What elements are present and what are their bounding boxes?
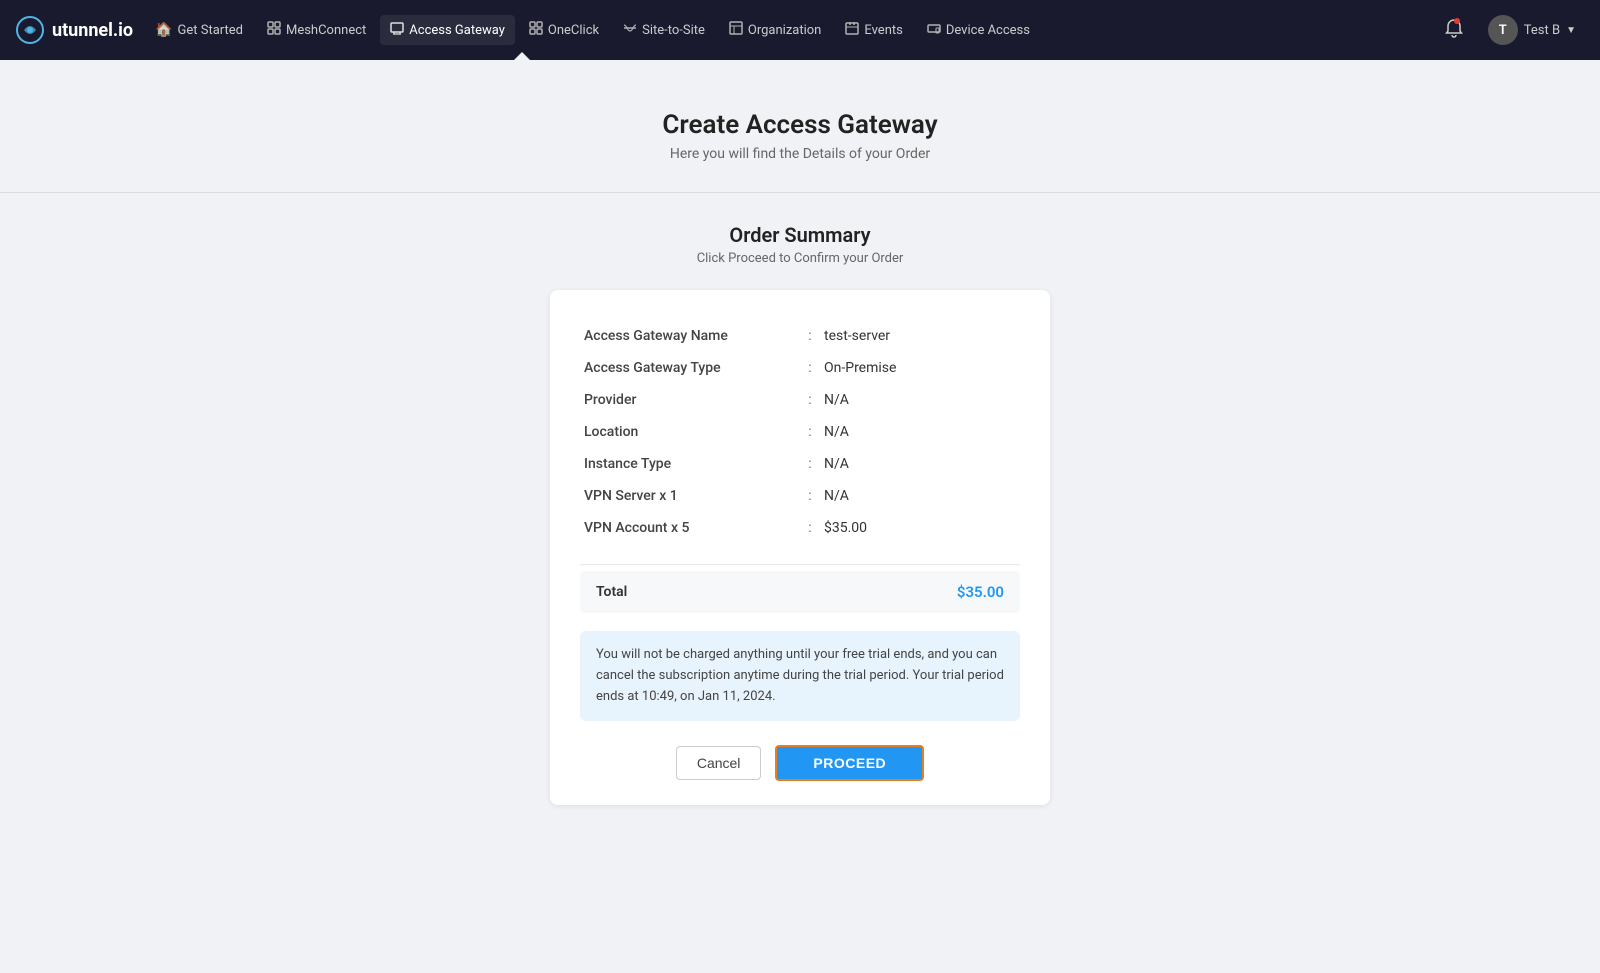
nav-item-site-to-site[interactable]: Site-to-Site: [613, 15, 715, 45]
nav-item-one-click[interactable]: OneClick: [519, 15, 609, 45]
brand-name: utunnel.io: [52, 20, 133, 41]
field-label-gateway-type: Access Gateway Type: [580, 352, 800, 384]
nav-label-events: Events: [864, 23, 902, 38]
brand-logo[interactable]: utunnel.io: [16, 16, 133, 44]
order-divider: [580, 564, 1020, 565]
page-title: Create Access Gateway: [20, 110, 1580, 140]
active-nav-arrow: [514, 52, 530, 60]
proceed-button[interactable]: PROCEED: [775, 745, 924, 781]
access-gateway-icon: [390, 21, 404, 39]
table-row: Access Gateway Type : On-Premise: [580, 352, 1020, 384]
nav-item-access-gateway[interactable]: Access Gateway: [380, 15, 515, 45]
user-name: Test B: [1524, 23, 1560, 38]
table-row: Provider : N/A: [580, 384, 1020, 416]
field-value-location: N/A: [820, 416, 1020, 448]
field-label-instance-type: Instance Type: [580, 448, 800, 480]
section-subtitle: Click Proceed to Confirm your Order: [470, 251, 1130, 266]
field-value-instance-type: N/A: [820, 448, 1020, 480]
table-row: Access Gateway Name : test-server: [580, 320, 1020, 352]
total-amount: $35.00: [957, 583, 1004, 601]
page-header: Create Access Gateway Here you will find…: [0, 60, 1600, 192]
nav-item-mesh-connect[interactable]: MeshConnect: [257, 15, 376, 45]
field-label-vpn-account: VPN Account x 5: [580, 512, 800, 544]
nav-label-organization: Organization: [748, 23, 821, 38]
nav-label-mesh-connect: MeshConnect: [286, 23, 366, 38]
page-subtitle: Here you will find the Details of your O…: [20, 146, 1580, 162]
trial-notice: You will not be charged anything until y…: [580, 631, 1020, 721]
nav-item-events[interactable]: Events: [835, 15, 912, 45]
table-row: VPN Server x 1 : N/A: [580, 480, 1020, 512]
events-icon: [845, 21, 859, 39]
navbar: utunnel.io 🏠 Get Started MeshConnect Acc…: [0, 0, 1600, 60]
home-icon: 🏠: [155, 22, 172, 38]
nav-label-device-access: Device Access: [946, 23, 1030, 38]
nav-right: T Test B ▼: [1436, 11, 1584, 49]
cancel-button[interactable]: Cancel: [676, 746, 762, 780]
field-value-gateway-type: On-Premise: [820, 352, 1020, 384]
total-label: Total: [596, 584, 627, 600]
field-label-location: Location: [580, 416, 800, 448]
site-to-site-icon: [623, 21, 637, 39]
table-row: Instance Type : N/A: [580, 448, 1020, 480]
nav-label-get-started: Get Started: [178, 23, 243, 38]
order-card: Access Gateway Name : test-server Access…: [550, 290, 1050, 805]
nav-item-device-access[interactable]: Device Access: [917, 15, 1040, 45]
avatar: T: [1488, 15, 1518, 45]
nav-item-get-started[interactable]: 🏠 Get Started: [145, 16, 253, 44]
field-label-provider: Provider: [580, 384, 800, 416]
section-title: Order Summary: [470, 223, 1130, 247]
button-row: Cancel PROCEED: [580, 745, 1020, 781]
field-label-gateway-name: Access Gateway Name: [580, 320, 800, 352]
device-access-icon: [927, 21, 941, 39]
user-menu[interactable]: T Test B ▼: [1480, 11, 1584, 49]
table-row: VPN Account x 5 : $35.00: [580, 512, 1020, 544]
oneclick-icon: [529, 21, 543, 39]
main-content: Order Summary Click Proceed to Confirm y…: [450, 223, 1150, 865]
field-label-vpn-server: VPN Server x 1: [580, 480, 800, 512]
table-row: Location : N/A: [580, 416, 1020, 448]
nav-label-access-gateway: Access Gateway: [409, 23, 505, 38]
field-value-vpn-server: N/A: [820, 480, 1020, 512]
mesh-icon: [267, 21, 281, 39]
field-value-vpn-account: $35.00: [820, 512, 1020, 544]
nav-item-organization[interactable]: Organization: [719, 15, 831, 45]
organization-icon: [729, 21, 743, 39]
notification-bell[interactable]: [1436, 14, 1472, 47]
field-value-provider: N/A: [820, 384, 1020, 416]
nav-label-one-click: OneClick: [548, 23, 599, 38]
nav-label-site-to-site: Site-to-Site: [642, 23, 705, 38]
total-row: Total $35.00: [580, 571, 1020, 613]
header-divider: [0, 192, 1600, 193]
chevron-down-icon: ▼: [1566, 25, 1576, 36]
trial-notice-text: You will not be charged anything until y…: [596, 647, 1004, 704]
field-value-gateway-name: test-server: [820, 320, 1020, 352]
order-table: Access Gateway Name : test-server Access…: [580, 320, 1020, 544]
